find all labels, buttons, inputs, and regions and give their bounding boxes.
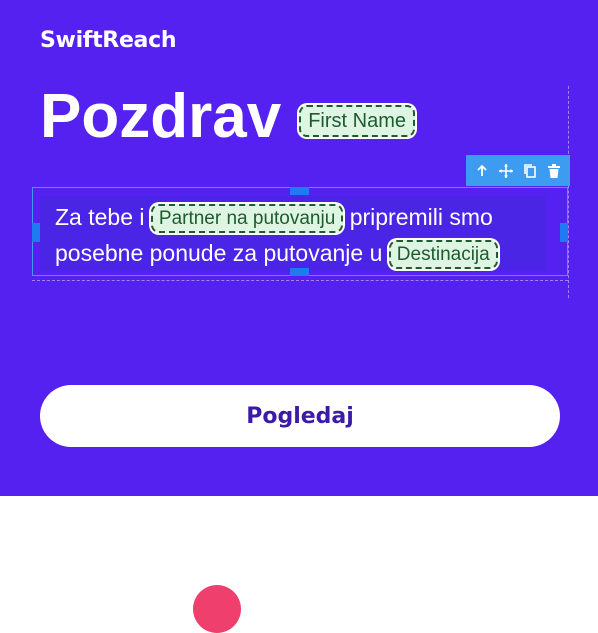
cta-label: Pogledaj [246,403,354,429]
merge-tag-destination[interactable]: Destinacija [388,240,498,269]
merge-tag-travel-partner[interactable]: Partner na putovanju [150,204,344,233]
decorative-circle [193,585,241,633]
merge-tag-first-name[interactable]: First Name [299,105,415,137]
resize-handle-right[interactable] [560,223,568,242]
delete-icon[interactable] [544,161,564,181]
greeting-heading[interactable]: Pozdrav First Name [40,86,415,148]
resize-handle-left[interactable] [32,223,40,242]
block-toolbar [466,155,570,186]
duplicate-icon[interactable] [520,161,540,181]
resize-handle-bottom[interactable] [290,268,309,276]
arrow-up-icon[interactable] [472,161,492,181]
hero-section: SwiftReach Pozdrav First Name Za tebe i … [0,0,598,496]
cta-button[interactable]: Pogledaj [40,385,560,447]
editable-paragraph[interactable]: Za tebe i Partner na putovanju pripremil… [55,199,555,271]
brand-logo: SwiftReach [40,28,177,53]
resize-handle-top[interactable] [290,187,309,195]
move-icon[interactable] [496,161,516,181]
paragraph-text-start: Za tebe i [55,204,145,230]
guide-line-vertical [568,86,569,298]
greeting-text: Pozdrav [40,82,282,151]
guide-line-horizontal [32,280,568,281]
